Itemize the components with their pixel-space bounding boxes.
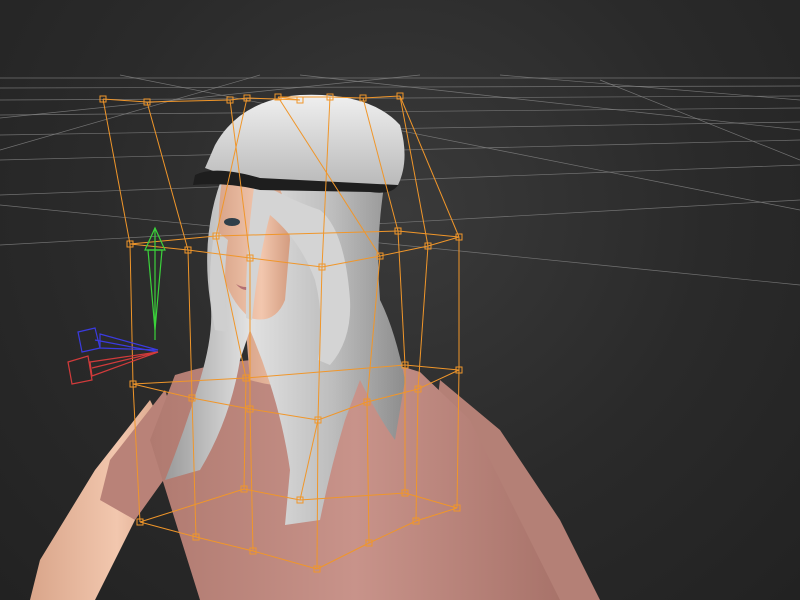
grid-line	[0, 199, 800, 246]
lattice-edge	[399, 95, 429, 247]
x-axis-arrow[interactable]	[67, 351, 159, 385]
lattice-edge	[129, 243, 189, 251]
y-axis-arrow[interactable]	[144, 226, 166, 340]
3d-viewport[interactable]	[0, 0, 800, 600]
lattice-edge	[397, 230, 460, 238]
lattice-edge	[129, 243, 134, 385]
lattice-edge	[417, 245, 429, 390]
grid-line	[0, 107, 800, 116]
z-axis-arrow[interactable]	[77, 327, 159, 353]
move-gizmo[interactable]	[67, 226, 166, 385]
lattice-edge	[427, 236, 460, 247]
lattice-edge	[102, 98, 131, 245]
lattice-edge	[146, 101, 189, 251]
grid-line	[499, 74, 800, 101]
lattice-edge	[146, 99, 231, 103]
lattice-edge	[399, 95, 460, 238]
eye	[224, 218, 240, 226]
scene-canvas[interactable]	[0, 0, 800, 600]
character-model[interactable]	[30, 94, 600, 600]
lattice-edge	[379, 245, 429, 257]
lattice-edge	[404, 364, 460, 371]
